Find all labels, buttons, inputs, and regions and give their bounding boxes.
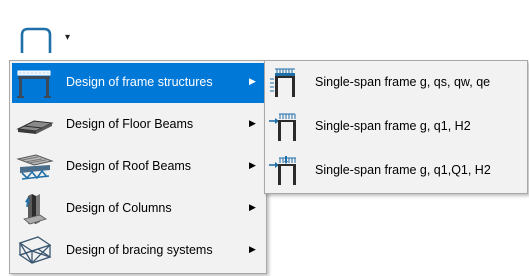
menu-item-label: Design of frame structures <box>66 75 213 89</box>
submenu-arrow-icon: ▶ <box>249 160 256 170</box>
frame-icon <box>20 27 52 53</box>
menu-item-frame-structures[interactable]: Design of frame structures ▶ <box>12 63 264 103</box>
floor-beam-icon <box>16 120 54 134</box>
submenu-item-label: Single-span frame g, qs, qw, qe <box>315 75 491 89</box>
menu-item-floor-beams[interactable]: Design of Floor Beams ▶ <box>12 105 264 145</box>
menu-item-label: Design of Columns <box>66 201 172 215</box>
single-span-frame-h-icon <box>269 113 296 141</box>
submenu-item-frame-q1-Q1-h2[interactable]: Single-span frame g, q1,Q1, H2 <box>267 151 525 191</box>
submenu-item-label: Single-span frame g, q1, H2 <box>315 119 471 133</box>
menu-item-columns[interactable]: Design of Columns ▶ <box>12 189 264 229</box>
submenu-arrow-icon: ▶ <box>249 76 256 86</box>
submenu-arrow-icon: ▶ <box>249 118 256 128</box>
menu-item-label: Design of bracing systems <box>66 243 213 257</box>
submenu-item-label: Single-span frame g, q1,Q1, H2 <box>315 163 491 177</box>
roof-beam-icon <box>16 154 54 180</box>
menu-item-label: Design of Roof Beams <box>66 159 192 173</box>
column-icon <box>23 194 47 225</box>
menu-item-label: Design of Floor Beams <box>66 117 194 131</box>
bracing-system-icon <box>18 236 52 264</box>
frame-structure-icon <box>17 70 51 98</box>
single-span-frame-icon <box>270 68 295 97</box>
frame-structures-submenu: Single-span frame g, qs, qw, qe Single-s… <box>264 60 528 194</box>
menu-item-roof-beams[interactable]: Design of Roof Beams ▶ <box>12 147 264 187</box>
design-menu: Design of frame structures ▶ Design of F… <box>9 60 267 274</box>
frame-design-dropdown-button[interactable]: ▾ <box>9 22 81 58</box>
submenu-item-frame-qs-qw-qe[interactable]: Single-span frame g, qs, qw, qe <box>267 63 525 103</box>
submenu-item-frame-q1-h2[interactable]: Single-span frame g, q1, H2 <box>267 107 525 147</box>
single-span-frame-qh-icon <box>269 156 296 185</box>
menu-item-bracing-systems[interactable]: Design of bracing systems ▶ <box>12 231 264 271</box>
chevron-down-icon[interactable]: ▾ <box>65 32 70 43</box>
submenu-arrow-icon: ▶ <box>249 202 256 212</box>
submenu-arrow-icon: ▶ <box>249 244 256 254</box>
